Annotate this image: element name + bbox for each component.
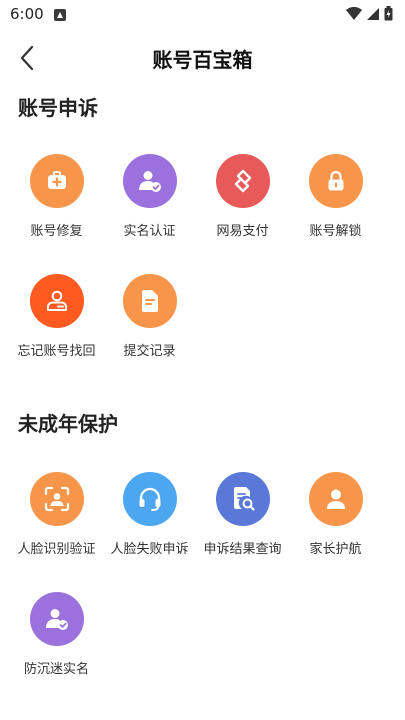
- item-anti-addiction-realname[interactable]: 防沉迷实名: [10, 592, 103, 692]
- item-forgot-account[interactable]: 忘记账号找回: [10, 274, 103, 374]
- wifi-icon: [346, 6, 362, 20]
- nav-bar: 账号百宝箱: [0, 36, 405, 80]
- item-label: 忘记账号找回: [17, 344, 96, 359]
- headset-icon: [122, 472, 177, 526]
- medical-kit-icon: [29, 154, 84, 208]
- item-parent-guard[interactable]: 家长护航: [289, 472, 382, 572]
- item-label: 账号修复: [30, 224, 83, 239]
- notification-icon: [54, 9, 66, 21]
- minor-protection-grid: 人脸识别验证 人脸失败申诉 申诉结果查询 家长护航 防沉迷实名: [10, 472, 395, 692]
- id-card-icon: [29, 274, 84, 328]
- item-submit-records[interactable]: 提交记录: [103, 274, 196, 374]
- account-appeal-grid: 账号修复 实名认证 网易支付 账号解锁 忘记账号找回 提交记录: [10, 154, 395, 374]
- item-realname-auth[interactable]: 实名认证: [103, 154, 196, 254]
- netease-pay-icon: [215, 154, 270, 208]
- section-title-minor-protection: 未成年保护: [18, 412, 118, 436]
- item-label: 实名认证: [123, 224, 176, 239]
- item-label: 网易支付: [216, 224, 269, 239]
- section-title-account-appeal: 账号申诉: [18, 96, 98, 120]
- user-verified-icon: [29, 592, 84, 646]
- item-label: 防沉迷实名: [23, 662, 89, 677]
- item-face-fail-appeal[interactable]: 人脸失败申诉: [103, 472, 196, 572]
- status-time: 6:00: [10, 5, 44, 23]
- status-indicators: [346, 6, 393, 21]
- document-search-icon: [215, 472, 270, 526]
- status-bar: 6:00: [0, 0, 405, 30]
- item-label: 人脸识别验证: [17, 542, 96, 557]
- item-face-verify[interactable]: 人脸识别验证: [10, 472, 103, 572]
- item-label: 提交记录: [123, 344, 176, 359]
- item-label: 申诉结果查询: [203, 542, 282, 557]
- signal-icon: [367, 7, 379, 20]
- face-scan-icon: [29, 472, 84, 526]
- item-netease-pay[interactable]: 网易支付: [196, 154, 289, 254]
- item-label: 人脸失败申诉: [110, 542, 189, 557]
- page-title: 账号百宝箱: [152, 48, 253, 72]
- item-appeal-result-query[interactable]: 申诉结果查询: [196, 472, 289, 572]
- item-account-repair[interactable]: 账号修复: [10, 154, 103, 254]
- user-verified-icon: [122, 154, 177, 208]
- document-icon: [122, 274, 177, 328]
- parent-user-icon: [308, 472, 363, 526]
- item-label: 账号解锁: [309, 224, 362, 239]
- item-label: 家长护航: [309, 542, 362, 557]
- battery-icon: [384, 6, 393, 21]
- item-account-unlock[interactable]: 账号解锁: [289, 154, 382, 254]
- unlock-icon: [308, 154, 363, 208]
